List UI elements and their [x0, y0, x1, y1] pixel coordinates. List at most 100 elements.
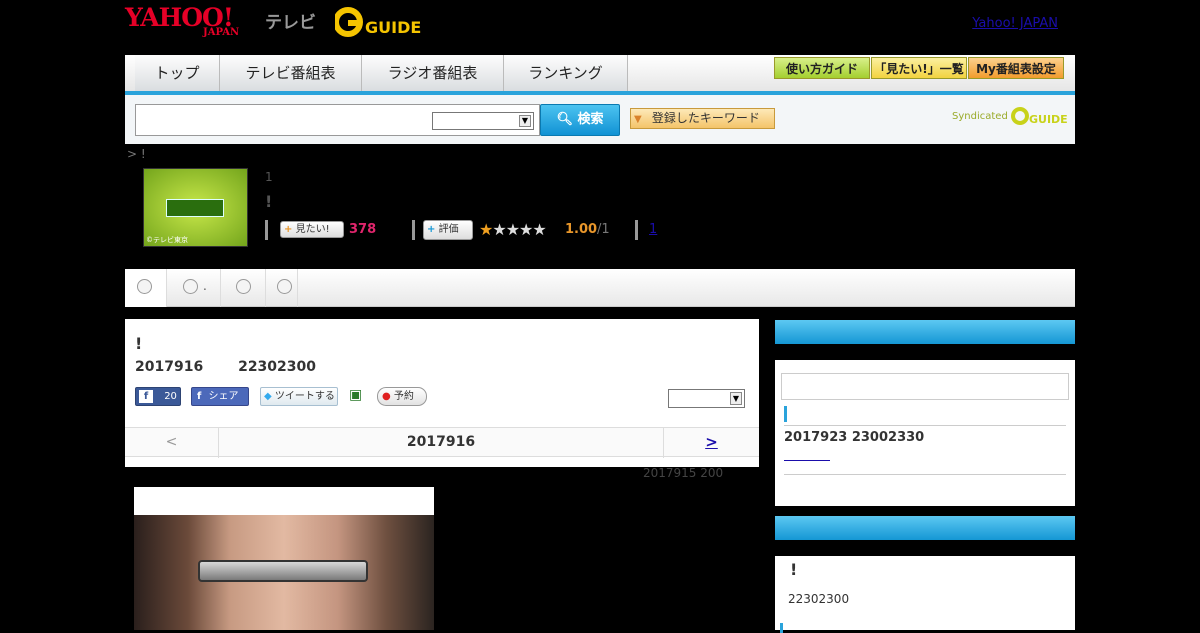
breadcrumb: > ! — [127, 147, 146, 161]
plus-icon: + — [284, 224, 293, 235]
play-icon — [236, 279, 251, 294]
search-bar: ▼ 🔍︎ 検索 ▼ 登録したキーワード Syndicated GUIDE — [125, 95, 1075, 144]
want-count: 378 — [349, 222, 377, 237]
tab-active[interactable] — [125, 269, 167, 307]
thumbnail-copyright: ©テレビ東京 — [146, 236, 188, 244]
sidebar-header — [775, 320, 1075, 344]
play-icon — [277, 279, 292, 294]
facebook-icon: f — [139, 390, 153, 403]
tweet-button[interactable]: ◆ ツイートする — [260, 387, 338, 406]
syndicated-gguide-badge: Syndicated GUIDE — [952, 105, 1068, 127]
nav-tab-top[interactable]: トップ — [135, 55, 220, 91]
facebook-count: 20 — [164, 391, 177, 402]
sidebar-divider — [784, 474, 1066, 475]
reserve-label: 予約 — [393, 391, 414, 402]
syndicated-label: Syndicated — [952, 111, 1008, 122]
divider — [412, 220, 415, 240]
program-title: ! — [265, 192, 273, 211]
record-dot-icon: ● — [382, 391, 391, 402]
facebook-icon: f — [197, 391, 202, 402]
site-header: YAHOO! JAPAN テレビ GUIDE Yahoo! JAPAN — [125, 0, 1075, 55]
sidebar-header — [775, 516, 1075, 540]
main-nav: トップ テレビ番組表 ラジオ番組表 ランキング 使い方ガイド 「見たい!」一覧 … — [125, 55, 1075, 95]
tab-label: . — [203, 279, 207, 293]
yahoo-japan-logo-text: JAPAN — [203, 27, 240, 38]
program-thumbnail: ©テレビ東京 — [143, 168, 248, 247]
sidebar-related-program: ! 22302300 — [775, 516, 1075, 633]
plus-icon: + — [427, 224, 436, 235]
next-episode-link[interactable]: > — [663, 428, 759, 458]
chevron-down-icon: ▼ — [519, 115, 531, 127]
current-episode-date: 2017916 — [406, 434, 476, 450]
episode-datetime: 2017916 22302300 — [135, 359, 316, 375]
want-to-watch-button[interactable]: + 見たい! — [280, 221, 344, 238]
episode-date-nav: < 2017916 > — [125, 427, 759, 458]
star-filled-icon: ★ — [479, 220, 493, 239]
gguide-logo[interactable]: GUIDE — [335, 6, 431, 40]
prev-episode-link[interactable]: < — [125, 428, 219, 458]
episode-image — [134, 515, 434, 630]
divider — [265, 220, 268, 240]
program-tabs: . — [125, 269, 1075, 307]
sidebar-next-broadcast: 2017923 23002330 — [775, 320, 1075, 506]
keywords-button-label: 登録したキーワード — [651, 111, 760, 125]
search-button[interactable]: 🔍︎ 検索 — [540, 104, 620, 136]
episode-time: 22302300 — [238, 359, 317, 375]
previous-air-info: 2017915 200 — [643, 466, 724, 480]
episode-photo — [134, 487, 434, 630]
related-program-time: 22302300 — [788, 592, 850, 606]
share-label: シェア — [208, 391, 239, 402]
tab-item[interactable] — [266, 269, 298, 307]
svg-text:GUIDE: GUIDE — [1029, 113, 1067, 126]
watchlist-button[interactable]: 「見たい!」一覧 — [871, 57, 967, 79]
sidebar-subheader — [775, 540, 1075, 556]
search-icon: 🔍︎ — [556, 112, 573, 127]
sidebar-accent-bar — [780, 623, 783, 633]
search-button-label: 検索 — [577, 112, 604, 127]
mixi-check-icon[interactable]: ▣ — [349, 387, 367, 406]
episode-select[interactable]: ▼ — [668, 389, 745, 408]
my-schedule-settings-button[interactable]: My番組表設定 — [968, 57, 1064, 79]
want-label: 見たい! — [295, 224, 330, 235]
sidebar-input[interactable] — [781, 373, 1069, 400]
rating-stars: ★★★★★ — [479, 220, 547, 240]
next-broadcast-datetime: 2017923 23002330 — [784, 430, 925, 445]
rate-label: 評価 — [438, 224, 459, 235]
gguide-small-logo: GUIDE — [1011, 107, 1068, 126]
divider — [635, 220, 638, 240]
nav-tab-ranking[interactable]: ランキング — [504, 55, 628, 91]
reserve-recording-button[interactable]: ● 予約 — [377, 387, 427, 406]
rating-count: /1 — [597, 222, 610, 237]
chevron-down-icon — [137, 279, 152, 294]
star-empty-icon: ★★★★ — [492, 220, 546, 239]
registered-keywords-button[interactable]: ▼ 登録したキーワード — [630, 108, 775, 129]
twitter-bird-icon: ◆ — [264, 391, 272, 402]
nav-tab-radio-schedule[interactable]: ラジオ番組表 — [362, 55, 504, 91]
program-actions: + 見たい! 378 + 評価 ★★★★★ 1.00 /1 1 — [265, 220, 685, 240]
facebook-share-button[interactable]: f シェア — [191, 387, 249, 406]
sidebar-divider — [784, 425, 1066, 426]
tab-item[interactable] — [221, 269, 266, 307]
arrow-down-icon: ▼ — [634, 114, 642, 125]
guide-button[interactable]: 使い方ガイド — [774, 57, 870, 79]
search-category-select[interactable]: ▼ — [432, 112, 534, 130]
tv-logo-text[interactable]: テレビ — [265, 8, 316, 33]
rating-value: 1.00 — [565, 222, 598, 237]
episode-date: 2017916 — [135, 359, 204, 375]
facebook-like-button[interactable]: f 20 — [135, 387, 181, 406]
play-icon — [183, 279, 198, 294]
rate-button[interactable]: + 評価 — [423, 220, 473, 240]
review-count-link[interactable]: 1 — [649, 222, 657, 237]
program-number: 1 — [265, 170, 273, 184]
yahoo-japan-link[interactable]: Yahoo! JAPAN — [972, 16, 1058, 31]
episode-panel: ! 2017916 22302300 f 20 f シェア ◆ ツイートする ▣… — [125, 319, 759, 467]
episode-title: ! — [135, 334, 143, 353]
smart-glasses-shape — [198, 560, 368, 582]
tab-item[interactable]: . — [167, 269, 221, 307]
next-broadcast-link[interactable] — [784, 460, 830, 461]
related-program-title: ! — [790, 560, 798, 579]
sidebar-subheader — [775, 344, 1075, 360]
svg-text:GUIDE: GUIDE — [365, 18, 421, 37]
chevron-down-icon: ▼ — [730, 392, 742, 405]
nav-tab-tv-schedule[interactable]: テレビ番組表 — [220, 55, 362, 91]
